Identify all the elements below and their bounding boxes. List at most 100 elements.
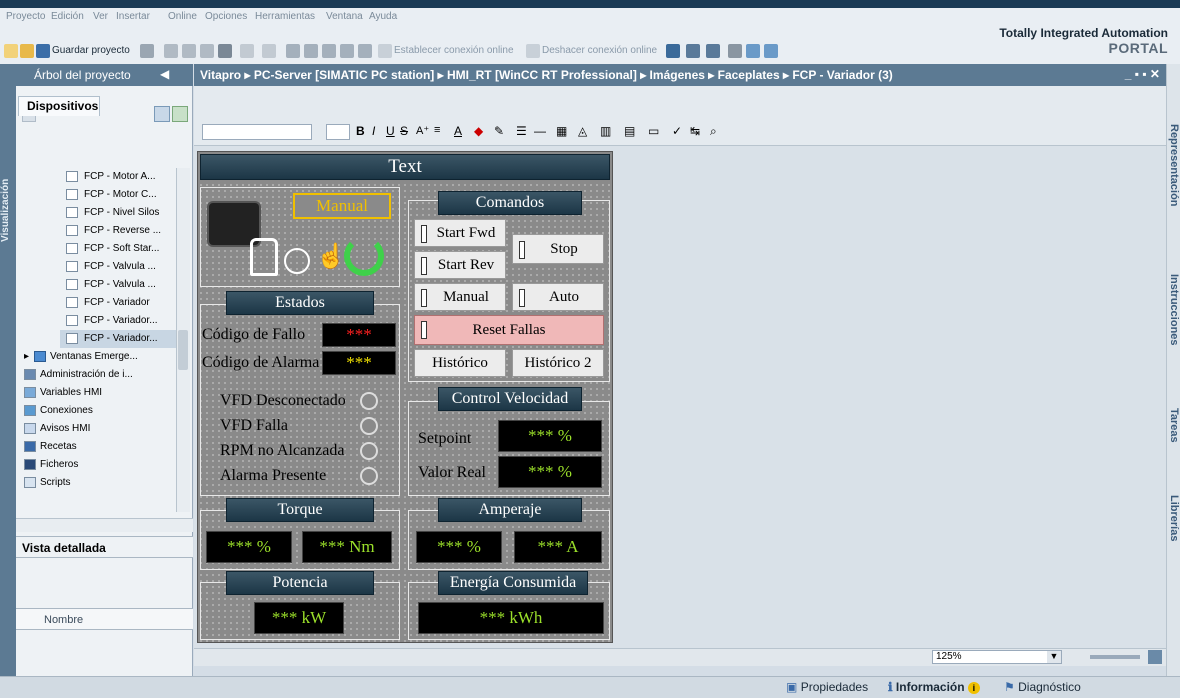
menu-opciones[interactable]: Opciones xyxy=(205,11,247,22)
menu-proyecto[interactable]: Proyecto xyxy=(6,11,45,22)
distribute-icon[interactable]: ▥ xyxy=(600,124,611,138)
new-project-icon[interactable] xyxy=(4,44,18,58)
split-horizontal-icon[interactable] xyxy=(746,44,760,58)
text-size-icon[interactable]: A⁺ xyxy=(416,124,429,137)
gear-icon[interactable] xyxy=(284,248,310,274)
start-fwd-button[interactable]: Start Fwd xyxy=(414,219,506,247)
window-controls-icon[interactable]: _ ▪ ▪ ✕ xyxy=(1125,67,1160,81)
format-painter-icon[interactable]: ✓ xyxy=(672,124,682,138)
fill-color-icon[interactable]: ◆ xyxy=(474,124,483,138)
close-editor-icon[interactable] xyxy=(728,44,742,58)
tab-order-icon[interactable]: ↹ xyxy=(690,124,700,138)
zoom-slider[interactable] xyxy=(1090,655,1140,659)
font-size-dropdown[interactable] xyxy=(326,124,350,140)
connect-online-icon[interactable] xyxy=(378,44,392,58)
disconnect-online-icon[interactable] xyxy=(526,44,540,58)
split-vertical-icon[interactable] xyxy=(764,44,778,58)
historico-2-button[interactable]: Histórico 2 xyxy=(512,349,604,377)
tree-scrollbar-thumb[interactable] xyxy=(178,330,188,370)
font-name-dropdown[interactable] xyxy=(202,124,312,140)
tab-librerias[interactable]: Librerías xyxy=(1166,478,1180,558)
chevron-down-icon[interactable]: ▼ xyxy=(1047,651,1061,663)
tab-representacion[interactable]: Representación xyxy=(1166,100,1180,230)
start-rev-button[interactable]: Start Rev xyxy=(414,251,506,279)
italic-icon[interactable]: I xyxy=(372,124,375,138)
align-icon[interactable]: ≡ xyxy=(434,124,440,136)
tab-instrucciones[interactable]: Instrucciones xyxy=(1166,250,1180,370)
zoom-selection-icon[interactable]: ⌕ xyxy=(710,124,717,139)
tree-item[interactable]: Administración de i... xyxy=(18,366,176,384)
menu-ayuda[interactable]: Ayuda xyxy=(369,11,397,22)
menu-ventana[interactable]: Ventana xyxy=(326,11,363,22)
open-project-icon[interactable] xyxy=(20,44,34,58)
start-runtime-icon[interactable] xyxy=(358,44,372,58)
cross-reference-icon[interactable] xyxy=(686,44,700,58)
rotate-icon[interactable]: ◬ xyxy=(578,124,587,138)
refresh-icon[interactable] xyxy=(344,236,384,276)
tree-item[interactable]: Avisos HMI xyxy=(18,420,176,438)
setpoint-value[interactable]: *** % xyxy=(498,420,602,452)
save-button[interactable]: Guardar proyecto xyxy=(52,45,130,56)
upload-icon[interactable] xyxy=(322,44,336,58)
print-icon[interactable] xyxy=(140,44,154,58)
line-weight-icon[interactable]: — xyxy=(534,124,546,138)
disconnect-online-button[interactable]: Deshacer conexión online xyxy=(542,45,657,56)
breadcrumb[interactable]: Vitapro ▸ PC-Server [SIMATIC PC station]… xyxy=(200,68,893,82)
stop-button[interactable]: Stop xyxy=(512,234,604,264)
font-color-icon[interactable]: A xyxy=(454,124,462,138)
tab-informacion[interactable]: ℹ Información i xyxy=(888,680,980,694)
auto-button[interactable]: Auto xyxy=(512,283,604,311)
detail-view-header[interactable]: Vista detallada xyxy=(16,536,193,558)
zoom-dropdown[interactable]: 125% ▼ xyxy=(932,650,1062,664)
redo-icon[interactable] xyxy=(262,44,276,58)
save-icon[interactable] xyxy=(36,44,50,58)
reset-fallas-button[interactable]: Reset Fallas xyxy=(414,315,604,345)
cut-icon[interactable] xyxy=(164,44,178,58)
layer-icon[interactable]: ▦ xyxy=(556,124,567,138)
connect-online-button[interactable]: Establecer conexión online xyxy=(394,45,514,56)
underline-icon[interactable]: U xyxy=(386,124,395,138)
menu-herramientas[interactable]: Herramientas xyxy=(255,11,315,22)
align-objects-icon[interactable]: ▤ xyxy=(624,124,635,138)
tree-folder-ventanas[interactable]: ▸ Ventanas Emerge... xyxy=(18,348,176,366)
tab-diagnostico[interactable]: ⚑ Diagnóstico xyxy=(1004,680,1081,694)
tree-item[interactable]: Conexiones xyxy=(18,402,176,420)
manual-button[interactable]: Manual xyxy=(414,283,506,311)
undo-icon[interactable] xyxy=(240,44,254,58)
menu-edicion[interactable]: Edición xyxy=(51,11,84,22)
download-icon[interactable] xyxy=(304,44,318,58)
detail-name-column[interactable]: Nombre xyxy=(16,608,193,630)
zoom-fit-icon[interactable] xyxy=(1148,650,1162,664)
delete-icon[interactable] xyxy=(218,44,232,58)
menu-online[interactable]: Online xyxy=(168,11,197,22)
expand-arrow-icon[interactable]: ▸ xyxy=(24,351,29,362)
tab-tareas[interactable]: Tareas xyxy=(1166,390,1180,460)
monitor-icon[interactable] xyxy=(706,44,720,58)
line-color-icon[interactable]: ✎ xyxy=(494,124,504,138)
bold-icon[interactable]: B xyxy=(356,124,365,138)
accessible-devices-icon[interactable] xyxy=(666,44,680,58)
faceplate-variador[interactable]: Text Manual ☝ Comandos Start Fwd Start R… xyxy=(197,151,613,643)
tree-item[interactable]: Recetas xyxy=(18,438,176,456)
paste-icon[interactable] xyxy=(200,44,214,58)
same-size-icon[interactable]: ▭ xyxy=(648,124,659,138)
devices-tab[interactable]: Dispositivos xyxy=(18,96,100,116)
tab-propiedades[interactable]: ▣ Propiedades xyxy=(786,680,868,694)
tree-item[interactable]: Variables HMI xyxy=(18,384,176,402)
tree-horizontal-scrollbar[interactable] xyxy=(16,518,193,532)
tree-item-selected[interactable]: FCP - Variador... xyxy=(60,330,176,348)
tree-item[interactable]: Scripts xyxy=(18,474,176,492)
lock-icon[interactable] xyxy=(250,238,278,276)
line-style-icon[interactable]: ☰ xyxy=(516,124,527,138)
copy-icon[interactable] xyxy=(182,44,196,58)
strikethrough-icon[interactable]: S xyxy=(400,124,408,138)
mode-indicator: Manual xyxy=(293,193,391,219)
tree-item[interactable]: Ficheros xyxy=(18,456,176,474)
menu-ver[interactable]: Ver xyxy=(93,11,108,22)
historico-button[interactable]: Histórico xyxy=(414,349,506,377)
collapse-tree-icon[interactable]: ◀ xyxy=(160,67,169,81)
compile-icon[interactable] xyxy=(286,44,300,58)
menu-insertar[interactable]: Insertar xyxy=(116,11,150,22)
simulate-icon[interactable] xyxy=(340,44,354,58)
hand-pointer-icon[interactable]: ☝ xyxy=(316,242,346,274)
